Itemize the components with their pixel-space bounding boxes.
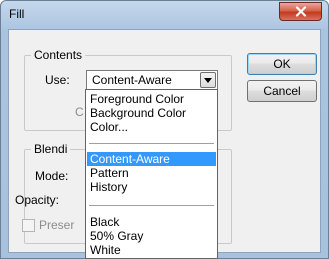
use-select-value: Content-Aware	[92, 73, 172, 87]
ok-button[interactable]: OK	[247, 53, 317, 75]
dropdown-item-background-color[interactable]: Background Color	[87, 106, 216, 120]
dropdown-item-content-aware[interactable]: Content-Aware	[87, 152, 216, 166]
cancel-button[interactable]: Cancel	[247, 80, 317, 102]
close-button[interactable]	[279, 2, 322, 21]
mode-label: Mode:	[35, 169, 69, 183]
dropdown-item-black[interactable]: Black	[87, 215, 216, 229]
window-title: Fill	[9, 7, 25, 21]
dropdown-item-white[interactable]: White	[87, 243, 216, 257]
opacity-label: Opacity:	[15, 193, 60, 207]
dropdown-item-history[interactable]: History	[87, 180, 216, 194]
contents-legend: Contents	[31, 48, 86, 62]
dropdown-item-foreground-color[interactable]: Foreground Color	[87, 92, 216, 106]
use-label: Use:	[45, 73, 70, 87]
dropdown-separator	[89, 143, 214, 144]
dropdown-separator	[89, 205, 214, 206]
custom-pattern-label: C	[75, 105, 84, 119]
dropdown-item-pattern[interactable]: Pattern	[87, 166, 216, 180]
preserve-transparency-label: Preser	[39, 218, 75, 232]
dropdown-item-color[interactable]: Color...	[87, 120, 216, 134]
preserve-transparency-checkbox[interactable]	[22, 219, 35, 232]
chevron-down-icon	[204, 77, 212, 83]
use-select-arrow-button[interactable]	[200, 72, 216, 88]
use-select[interactable]: Content-Aware	[86, 70, 218, 90]
close-icon	[295, 6, 306, 17]
dropdown-item-50-gray[interactable]: 50% Gray	[87, 229, 216, 243]
use-dropdown-list: Foreground Color Background Color Color.…	[85, 89, 218, 259]
blending-legend: Blendi	[31, 142, 71, 156]
title-bar[interactable]: Fill	[1, 1, 328, 29]
